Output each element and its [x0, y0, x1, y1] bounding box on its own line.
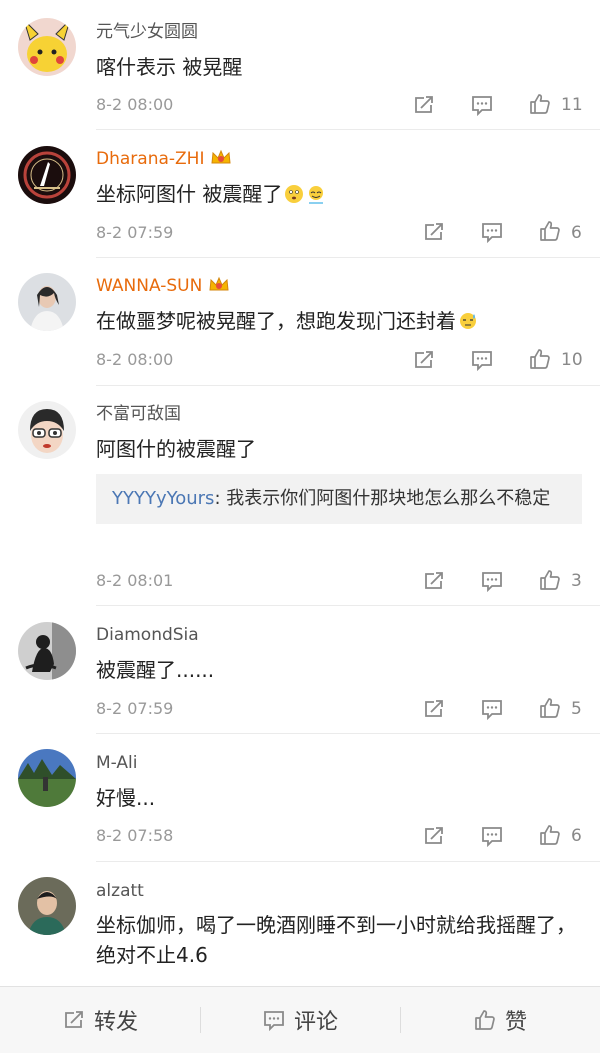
share-icon[interactable]: [421, 824, 447, 848]
username[interactable]: M-Ali: [96, 751, 138, 775]
avatar[interactable]: [18, 18, 76, 76]
like-label: 赞: [504, 1010, 527, 1035]
repost-label: 转发: [93, 1010, 138, 1035]
comment-icon: [262, 1008, 286, 1032]
sweat-emoji-icon: [460, 313, 476, 329]
divider: [96, 129, 600, 130]
username-text[interactable]: WANNA-SUN: [96, 276, 202, 296]
comment-text: 在做噩梦呢被晃醒了，想跑发现门还封着: [96, 306, 586, 336]
like-icon[interactable]: [537, 696, 563, 720]
comment-text: 喀什表示 被晃醒: [96, 55, 243, 79]
divider: [96, 861, 600, 862]
timestamp: 8-2 07:59: [96, 223, 174, 242]
like-icon: [473, 1008, 497, 1032]
reply-box[interactable]: YYYYyYours: 我表示你们阿图什那块地怎么那么不稳定: [96, 474, 582, 524]
worried-emoji-icon: [285, 185, 304, 203]
divider: [96, 733, 600, 734]
comment-icon[interactable]: [479, 569, 505, 593]
comment-text: 坐标伽师，喝了一晚酒刚睡不到一小时就给我摇醒了，绝对不止4.6: [96, 913, 576, 967]
username[interactable]: 元气少女圆圆: [96, 20, 198, 44]
repost-button[interactable]: 转发: [0, 987, 200, 1053]
comment-text: 好慢...: [96, 786, 156, 810]
comment-icon[interactable]: [469, 348, 495, 372]
username[interactable]: 不富可敌国: [96, 402, 181, 426]
avatar[interactable]: [18, 401, 76, 459]
comment-text: 被震醒了......: [96, 658, 215, 682]
like-button[interactable]: 赞: [400, 987, 600, 1053]
divider: [96, 605, 600, 606]
share-icon[interactable]: [421, 697, 447, 721]
comment-label: 评论: [293, 1010, 338, 1035]
like-icon[interactable]: [527, 92, 553, 116]
timestamp: 8-2 07:58: [96, 826, 174, 845]
repost-icon: [62, 1008, 86, 1032]
like-count: 10: [561, 350, 583, 370]
divider: [96, 385, 600, 386]
like-icon[interactable]: [537, 568, 563, 592]
avatar[interactable]: [18, 146, 76, 204]
username[interactable]: alzatt: [96, 879, 144, 903]
like-icon[interactable]: [537, 219, 563, 243]
comment-button[interactable]: 评论: [200, 987, 400, 1053]
timestamp: 8-2 08:00: [96, 95, 174, 114]
avatar[interactable]: [18, 877, 76, 935]
comment-text-content: 坐标阿图什 被震醒了: [96, 182, 283, 206]
like-count: 3: [571, 571, 582, 591]
like-icon[interactable]: [527, 347, 553, 371]
comment-icon[interactable]: [469, 93, 495, 117]
vip-crown-icon: [208, 275, 230, 293]
comment-text: 坐标阿图什 被震醒了: [96, 179, 586, 209]
reply-text: : 我表示你们阿图什那块地怎么那么不稳定: [214, 488, 551, 509]
like-icon[interactable]: [537, 823, 563, 847]
comment-icon[interactable]: [479, 220, 505, 244]
comment-icon[interactable]: [479, 824, 505, 848]
timestamp: 8-2 07:59: [96, 699, 174, 718]
comment-text-content: 在做噩梦呢被晃醒了，想跑发现门还封着: [96, 309, 456, 333]
share-icon[interactable]: [421, 569, 447, 593]
username[interactable]: WANNA-SUN: [96, 274, 230, 298]
reply-username[interactable]: YYYYyYours: [112, 488, 214, 509]
avatar[interactable]: [18, 622, 76, 680]
comment-icon[interactable]: [479, 697, 505, 721]
like-count: 11: [561, 95, 583, 115]
crying-emoji-icon: [309, 186, 324, 204]
username[interactable]: Dharana-ZHI: [96, 147, 232, 171]
timestamp: 8-2 08:00: [96, 350, 174, 369]
comment-text: 阿图什的被震醒了: [96, 437, 256, 461]
timestamp: 8-2 08:01: [96, 571, 174, 590]
like-count: 5: [571, 699, 582, 719]
like-count: 6: [571, 223, 582, 243]
username[interactable]: DiamondSia: [96, 623, 199, 647]
like-count: 6: [571, 826, 582, 846]
share-icon[interactable]: [421, 220, 447, 244]
divider: [96, 257, 600, 258]
bottom-action-bar: 转发 评论 赞: [0, 986, 600, 1053]
vip-crown-icon: [210, 148, 232, 166]
avatar[interactable]: [18, 273, 76, 331]
share-icon[interactable]: [411, 93, 437, 117]
avatar[interactable]: [18, 749, 76, 807]
share-icon[interactable]: [411, 348, 437, 372]
username-text[interactable]: Dharana-ZHI: [96, 149, 204, 169]
